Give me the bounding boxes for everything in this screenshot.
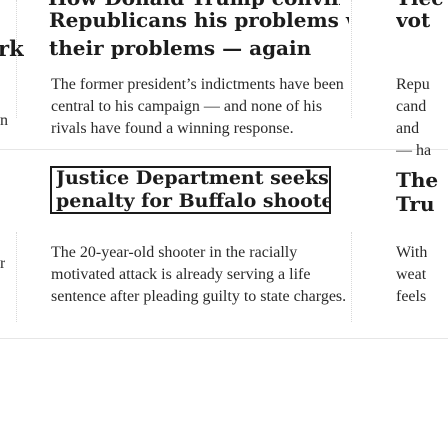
story-summary: central to his campaign — and none of hi… [51,98,323,115]
story-headline[interactable]: Republicans his problems were [49,8,349,32]
story-headline[interactable]: vot [396,8,430,32]
story-summary: The former president’s indictments have … [51,76,344,93]
story-headline-link[interactable]: Justice Department seeks death [56,167,330,189]
left-column-fragment: n [0,112,8,129]
story-summary: feels [396,288,427,305]
story-summary: With [396,244,428,261]
story-headline-link[interactable]: penalty for Buffalo shooter [56,190,330,212]
story-headline[interactable]: The [396,168,438,192]
left-column-fragment: r [0,255,6,272]
column-divider-left-lower [16,232,17,322]
story-summary: and [396,120,420,137]
story-summary: rivals have found a winning response. [51,120,294,137]
story-headline[interactable]: their problems — again [49,36,349,60]
left-column-fragment[interactable]: rk [0,36,24,61]
story-summary: The 20-year-old shooter in the racially [51,244,298,261]
right-column: Tiec vot Repu cand and — ha The Tru With… [360,0,448,448]
story-summary: Repu [396,76,430,93]
story-headline[interactable]: Tru [396,192,435,216]
story-summary: cand [396,98,427,115]
story-summary: — ha [396,142,432,159]
story-summary: weat [396,266,427,283]
story-summary: motivated attack is already serving a li… [51,266,311,283]
story-summary: sentence after pleading guilty to state … [51,288,347,305]
column-divider-right-lower [351,232,352,322]
column-divider-right [351,0,352,118]
